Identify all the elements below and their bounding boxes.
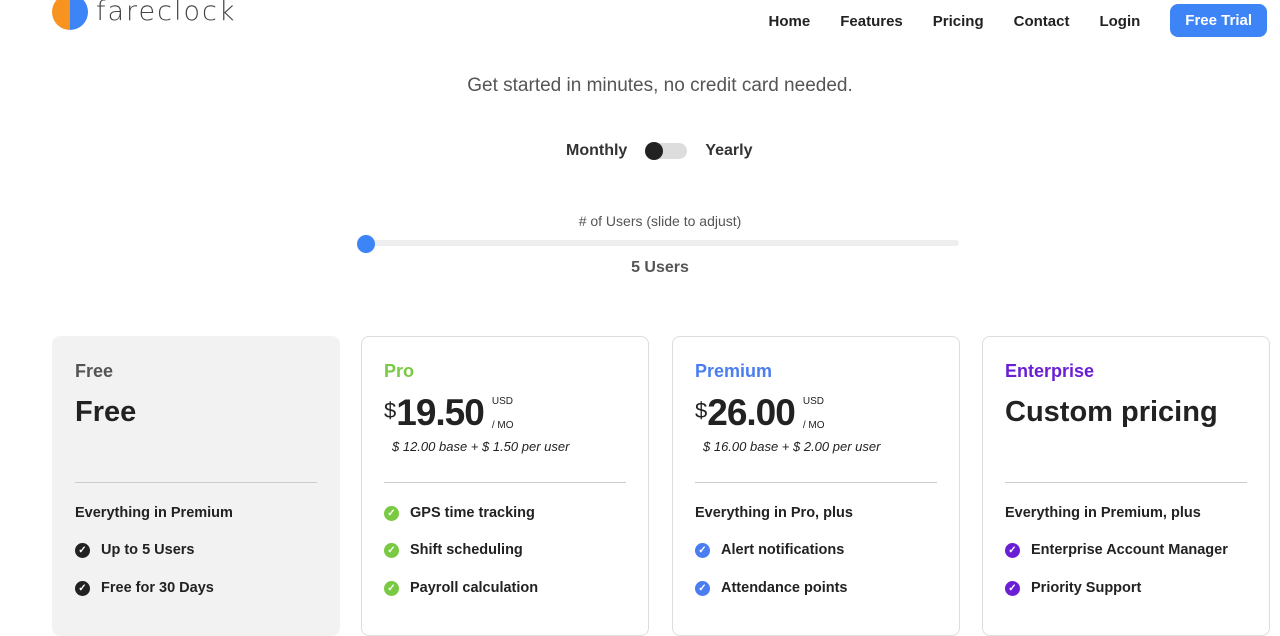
feature-label: Enterprise Account Manager	[1031, 542, 1228, 558]
check-icon: ✓	[1005, 542, 1020, 558]
check-icon: ✓	[695, 542, 710, 558]
plan-card-pro: Pro $ 19.50 USD / MO $ 12.00 base + $ 1.5…	[361, 336, 649, 636]
feature-item: ✓ Shift scheduling	[384, 542, 523, 558]
yearly-label[interactable]: Yearly	[705, 142, 752, 160]
check-icon: ✓	[695, 580, 710, 596]
plan-price: $ 26.00 USD / MO	[695, 394, 937, 432]
currency-code: USD	[802, 396, 824, 407]
plan-lead: Everything in Premium, plus	[1005, 505, 1201, 521]
feature-label: Free for 30 Days	[101, 580, 214, 596]
feature-label: Attendance points	[721, 580, 848, 596]
logo-icon	[52, 0, 88, 30]
plan-headline: Free	[75, 396, 137, 428]
top-nav: Home Features Pricing Contact Login Free…	[769, 4, 1280, 37]
feature-label: Alert notifications	[721, 542, 845, 558]
check-icon: ✓	[384, 580, 399, 596]
feature-label: Shift scheduling	[410, 542, 523, 558]
price-formula: $ 12.00 base + $ 1.50 per user	[392, 439, 570, 454]
free-trial-button[interactable]: Free Trial	[1170, 4, 1267, 37]
nav-pricing[interactable]: Pricing	[933, 13, 984, 30]
nav-contact[interactable]: Contact	[1014, 13, 1070, 30]
users-slider-label: # of Users (slide to adjust)	[578, 213, 742, 229]
users-slider-thumb[interactable]	[357, 235, 375, 253]
feature-label: Payroll calculation	[410, 580, 539, 596]
monthly-label[interactable]: Monthly	[566, 142, 627, 160]
check-icon: ✓	[1005, 580, 1020, 596]
feature-item: ✓ Free for 30 Days	[75, 580, 214, 596]
feature-item: ✓ Attendance points	[695, 580, 847, 596]
plan-tier: Free	[75, 361, 114, 381]
feature-label: Priority Support	[1031, 580, 1142, 596]
price-period: / MO	[802, 420, 825, 431]
feature-item: ✓ GPS time tracking	[384, 505, 535, 521]
feature-label: Up to 5 Users	[101, 542, 195, 558]
plan-card-enterprise: Enterprise Custom pricing Everything in …	[982, 336, 1270, 636]
currency: $	[384, 398, 397, 423]
plan-price: $ 19.50 USD / MO	[384, 394, 626, 432]
plan-lead: Everything in Premium	[75, 505, 233, 521]
check-icon: ✓	[384, 505, 399, 521]
currency-code: USD	[491, 396, 513, 407]
feature-item: ✓ Payroll calculation	[384, 580, 538, 596]
currency: $	[695, 398, 708, 423]
logo-text: fareclock	[96, 0, 237, 27]
nav-home[interactable]: Home	[769, 13, 811, 30]
plan-tier: Pro	[384, 361, 415, 381]
plan-headline: Custom pricing	[1005, 396, 1218, 428]
price-formula: $ 16.00 base + $ 2.00 per user	[703, 439, 881, 454]
feature-item: ✓ Up to 5 Users	[75, 542, 194, 558]
plan-lead: Everything in Pro, plus	[695, 505, 853, 521]
feature-item: ✓ Priority Support	[1005, 580, 1141, 596]
users-slider-track[interactable]	[366, 240, 959, 246]
divider	[75, 482, 317, 483]
nav-login[interactable]: Login	[1099, 13, 1140, 30]
logo[interactable]: fareclock	[52, 0, 237, 30]
users-count: 5 Users	[631, 259, 689, 276]
price-amount: 26.00	[707, 392, 796, 433]
feature-item: ✓ Alert notifications	[695, 542, 844, 558]
check-icon: ✓	[75, 580, 90, 596]
plan-card-free: Free Free Everything in Premium ✓ Up to 5…	[52, 336, 340, 636]
divider	[1005, 482, 1247, 483]
nav-features[interactable]: Features	[840, 13, 903, 30]
price-period: / MO	[491, 420, 514, 431]
check-icon: ✓	[384, 542, 399, 558]
plan-card-premium: Premium $ 26.00 USD / MO $ 16.00 base + $…	[672, 336, 960, 636]
divider	[695, 482, 937, 483]
billing-switch[interactable]	[645, 142, 688, 160]
plan-tier: Enterprise	[1005, 361, 1095, 381]
feature-label: GPS time tracking	[410, 505, 535, 521]
plan-tier: Premium	[695, 361, 773, 381]
subtitle: Get started in minutes, no credit card n…	[467, 75, 853, 96]
divider	[384, 482, 626, 483]
check-icon: ✓	[75, 542, 90, 558]
price-amount: 19.50	[396, 392, 485, 433]
billing-toggle: Monthly Yearly	[566, 142, 752, 160]
feature-item: ✓ Enterprise Account Manager	[1005, 542, 1228, 558]
switch-knob	[645, 142, 664, 160]
